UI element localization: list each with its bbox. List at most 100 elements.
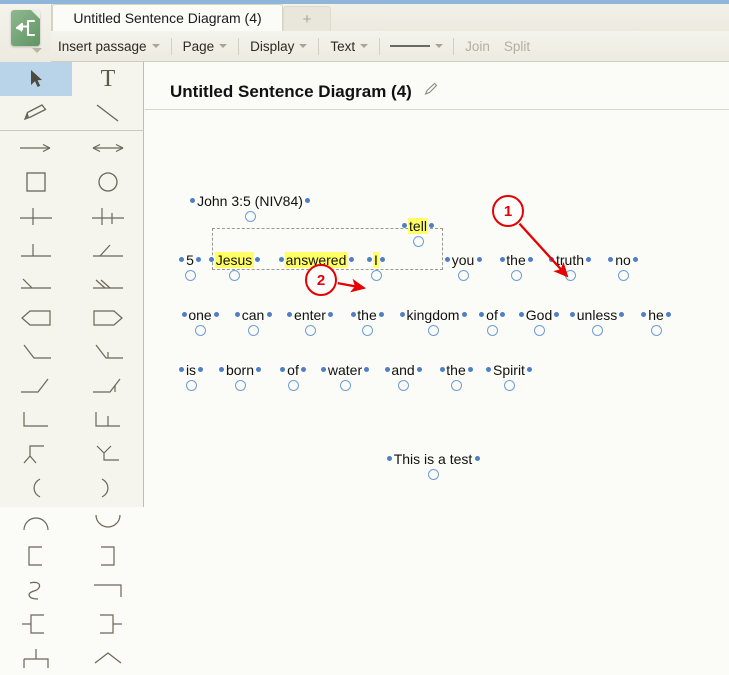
- token-connector-dot[interactable]: [527, 367, 532, 372]
- bracket-l-tee-tool[interactable]: [72, 403, 144, 437]
- diagram-word-token[interactable]: is: [185, 362, 197, 378]
- diagram-word-token[interactable]: you: [451, 252, 476, 268]
- app-icon-area[interactable]: [0, 4, 52, 65]
- token-connector-dot[interactable]: [486, 367, 491, 372]
- token-anchor-circle[interactable]: [650, 325, 662, 336]
- diagram-word-token[interactable]: Spirit: [492, 362, 526, 378]
- token-connector-dot[interactable]: [348, 257, 354, 262]
- token-connector-dot[interactable]: [608, 257, 613, 262]
- menu-split[interactable]: Split: [497, 31, 537, 62]
- token-anchor-circle[interactable]: [234, 380, 246, 391]
- arrow-tool[interactable]: [0, 131, 72, 165]
- token-connector-dot[interactable]: [570, 312, 575, 317]
- token-anchor-circle[interactable]: [397, 380, 409, 391]
- token-connector-dot[interactable]: [527, 257, 533, 262]
- token-anchor-circle[interactable]: [510, 270, 522, 281]
- document-tab[interactable]: Untitled Sentence Diagram (4): [52, 4, 283, 31]
- token-connector-dot[interactable]: [384, 367, 390, 372]
- perpendicular-tool[interactable]: [0, 233, 72, 267]
- s-curve-tool[interactable]: [0, 573, 72, 607]
- token-connector-dot[interactable]: [179, 257, 184, 262]
- banner-right-tool[interactable]: [72, 301, 144, 335]
- token-connector-dot[interactable]: [378, 312, 384, 317]
- diagram-word-token[interactable]: enter: [293, 307, 327, 323]
- corner-lr-tool[interactable]: [0, 369, 72, 403]
- token-connector-dot[interactable]: [519, 312, 524, 317]
- token-anchor-circle[interactable]: [564, 270, 576, 281]
- brace-left-tool[interactable]: [0, 607, 72, 641]
- token-anchor-circle[interactable]: [361, 325, 373, 336]
- menu-join[interactable]: Join: [458, 31, 497, 62]
- fork-y-tool[interactable]: [72, 437, 144, 471]
- fork-up-tool[interactable]: [0, 437, 72, 471]
- diagram-word-token[interactable]: the: [356, 307, 377, 323]
- token-connector-dot[interactable]: [234, 312, 240, 317]
- token-connector-dot[interactable]: [586, 257, 591, 262]
- token-anchor-circle[interactable]: [486, 325, 498, 336]
- token-connector-dot[interactable]: [499, 257, 505, 262]
- token-anchor-circle[interactable]: [304, 325, 316, 336]
- bracket-l-tool[interactable]: [0, 403, 72, 437]
- token-connector-dot[interactable]: [301, 367, 306, 372]
- token-connector-dot[interactable]: [305, 198, 310, 203]
- diagram-word-token[interactable]: Jesus: [214, 252, 254, 268]
- diagram-word-token[interactable]: the: [505, 252, 526, 268]
- diagram-word-token[interactable]: no: [614, 252, 632, 268]
- double-arrow-tool[interactable]: [72, 131, 144, 165]
- token-connector-dot[interactable]: [364, 367, 369, 372]
- token-connector-dot[interactable]: [321, 367, 326, 372]
- token-connector-dot[interactable]: [278, 257, 284, 262]
- tee-down-tool[interactable]: [0, 641, 72, 675]
- token-connector-dot[interactable]: [287, 312, 292, 317]
- token-connector-dot[interactable]: [219, 367, 224, 372]
- token-connector-dot[interactable]: [179, 367, 184, 372]
- token-connector-dot[interactable]: [554, 312, 559, 317]
- corner-lr-tee-tool[interactable]: [72, 369, 144, 403]
- token-anchor-circle[interactable]: [457, 270, 469, 281]
- token-anchor-circle[interactable]: [617, 270, 629, 281]
- token-anchor-circle[interactable]: [339, 380, 351, 391]
- token-connector-dot[interactable]: [474, 456, 480, 461]
- diagram-word-token[interactable]: born: [225, 362, 255, 378]
- diagram-word-token[interactable]: kingdom: [406, 307, 461, 323]
- menu-insert-passage[interactable]: Insert passage: [51, 31, 167, 62]
- pencil-tool[interactable]: [0, 96, 72, 130]
- slant-tool[interactable]: [72, 233, 144, 267]
- token-connector-dot[interactable]: [666, 312, 671, 317]
- token-anchor-circle[interactable]: [370, 270, 382, 281]
- token-anchor-circle[interactable]: [427, 469, 439, 480]
- diagram-word-token[interactable]: This is a test: [393, 451, 474, 467]
- token-connector-dot[interactable]: [213, 312, 219, 317]
- token-anchor-circle[interactable]: [244, 211, 256, 222]
- token-connector-dot[interactable]: [633, 257, 638, 262]
- arc-up-tool[interactable]: [0, 505, 72, 539]
- text-tool[interactable]: T: [72, 62, 144, 96]
- menu-page[interactable]: Page: [176, 31, 235, 62]
- arc-down-tool[interactable]: [72, 505, 144, 539]
- diagram-word-token[interactable]: truth: [555, 252, 585, 268]
- token-connector-dot[interactable]: [367, 257, 372, 262]
- diagram-word-token[interactable]: one: [187, 307, 212, 323]
- token-connector-dot[interactable]: [196, 257, 201, 262]
- slant-down-tool[interactable]: [0, 267, 72, 301]
- token-connector-dot[interactable]: [328, 312, 333, 317]
- vertical-divider-tool[interactable]: [0, 199, 72, 233]
- diagram-word-token[interactable]: I: [373, 252, 379, 268]
- caret-up-tool[interactable]: [72, 641, 144, 675]
- paren-left-tool[interactable]: [0, 471, 72, 505]
- token-connector-dot[interactable]: [444, 257, 450, 262]
- token-anchor-circle[interactable]: [247, 325, 259, 336]
- step-tool[interactable]: [72, 573, 144, 607]
- app-menu-caret-icon[interactable]: [32, 48, 42, 53]
- token-anchor-circle[interactable]: [287, 380, 299, 391]
- diagram-word-token[interactable]: John 3:5 (NIV84): [196, 193, 304, 209]
- banner-left-tool[interactable]: [0, 301, 72, 335]
- token-connector-dot[interactable]: [380, 257, 385, 262]
- diagram-word-token[interactable]: unless: [576, 307, 618, 323]
- token-connector-dot[interactable]: [280, 367, 285, 372]
- double-slant-tool[interactable]: [72, 267, 144, 301]
- token-connector-dot[interactable]: [549, 257, 554, 262]
- pencil-edit-icon[interactable]: [423, 81, 439, 97]
- menu-text[interactable]: Text: [323, 31, 375, 62]
- token-connector-dot[interactable]: [619, 312, 624, 317]
